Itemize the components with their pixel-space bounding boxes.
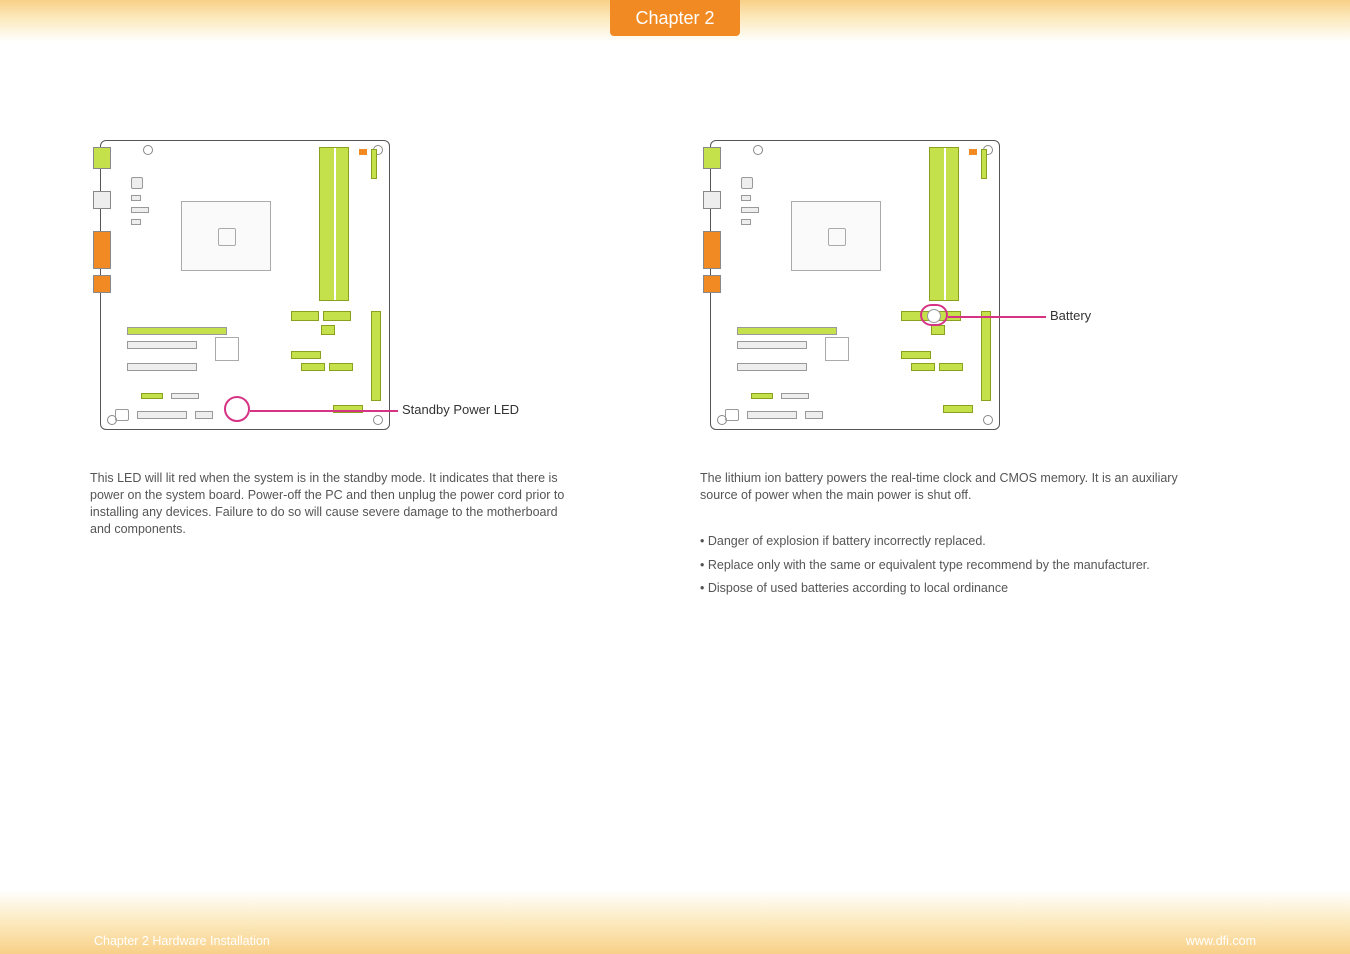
battery-label: Battery [1050, 308, 1091, 323]
right-column: Battery The lithium ion battery powers t… [700, 140, 1260, 601]
footer-bar: Chapter 2 Hardware Installation www.dfi.… [0, 932, 1350, 954]
standby-led-highlight-ring [224, 396, 250, 422]
battery-description: The lithium ion battery powers the real-… [700, 470, 1180, 504]
footer-right-text: www.dfi.com [1186, 934, 1256, 948]
content-area: Standby Power LED This LED will lit red … [0, 140, 1350, 601]
footer-left-text: Chapter 2 Hardware Installation [94, 934, 270, 948]
safety-bullet-3: • Dispose of used batteries according to… [700, 577, 1260, 601]
standby-led-leader-line [250, 410, 398, 412]
battery-leader-line [948, 316, 1046, 318]
left-board-wrap: Standby Power LED [90, 140, 570, 430]
chapter-tab: Chapter 2 [610, 0, 740, 36]
right-board-wrap: Battery [700, 140, 1180, 430]
left-column: Standby Power LED This LED will lit red … [90, 140, 650, 601]
motherboard-diagram-left [100, 140, 390, 430]
chapter-tab-label: Chapter 2 [635, 8, 714, 29]
standby-led-label: Standby Power LED [402, 402, 519, 417]
motherboard-diagram-right [710, 140, 1000, 430]
safety-bullet-2: • Replace only with the same or equivale… [700, 554, 1260, 578]
safety-notes: • Danger of explosion if battery incorre… [700, 530, 1260, 601]
battery-highlight-ring [920, 304, 948, 326]
standby-led-description: This LED will lit red when the system is… [90, 470, 570, 538]
safety-bullet-1: • Danger of explosion if battery incorre… [700, 530, 1260, 554]
